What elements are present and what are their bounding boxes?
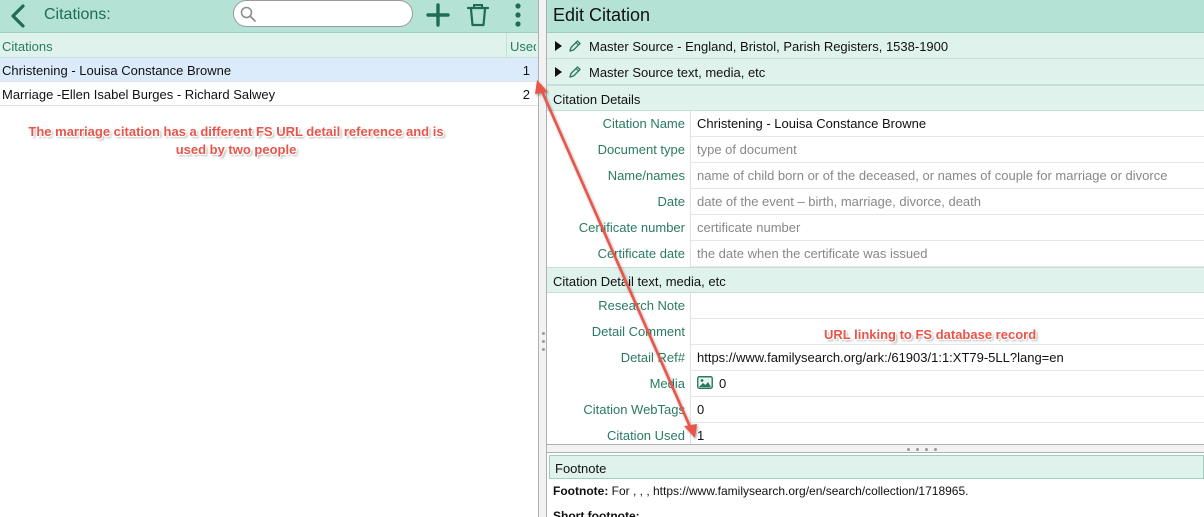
citations-title: Citations: [44, 6, 111, 23]
field-label: Name/names [607, 168, 685, 183]
field-placeholder: date of the event – birth, marriage, div… [697, 194, 982, 209]
media-count: 0 [719, 376, 727, 391]
master-source-label: Master Source - England, Bristol, Parish… [589, 39, 949, 54]
field-research-note: Research Note [547, 293, 1204, 319]
add-icon[interactable] [425, 2, 451, 28]
field-value: Christening - Louisa Constance Browne [697, 116, 927, 131]
detail-ref-input[interactable]: https://www.familysearch.org/ark:/61903/… [690, 345, 1204, 371]
handle-dot [934, 448, 937, 451]
handle-dot [907, 448, 910, 451]
field-placeholder: certificate number [697, 220, 801, 235]
pencil-icon[interactable] [568, 65, 582, 79]
field-label: Citation Used [606, 428, 685, 443]
search-field[interactable] [233, 0, 413, 27]
field-label: Certificate date [597, 246, 685, 261]
field-citation-name: Citation Name Christening - Louisa Const… [547, 111, 1204, 137]
field-webtags: Citation WebTags 0 [547, 397, 1204, 423]
field-certificate-number: Certificate number certificate number [547, 215, 1204, 241]
search-icon [240, 6, 256, 22]
disclosure-triangle-icon[interactable] [555, 67, 562, 77]
field-names: Name/names name of child born or of the … [547, 163, 1204, 189]
trash-icon[interactable] [465, 2, 491, 28]
field-label: Research Note [598, 298, 685, 313]
vertical-split-handle[interactable] [538, 0, 547, 517]
field-label: Detail Comment [591, 324, 685, 339]
field-value: https://www.familysearch.org/ark:/61903/… [697, 350, 1064, 365]
handle-dot [542, 332, 545, 335]
research-note-input[interactable] [690, 293, 1204, 319]
section-title: Citation Details [553, 92, 641, 107]
handle-dot [542, 348, 545, 351]
citation-name-input[interactable]: Christening - Louisa Constance Browne [690, 111, 1204, 137]
url-annotation: URL linking to FS database record [824, 327, 1037, 342]
certificate-number-input[interactable]: certificate number [690, 215, 1204, 241]
search-input[interactable] [256, 4, 406, 23]
marriage-annotation: The marriage citation has a different FS… [28, 124, 444, 157]
webtags-value[interactable]: 0 [690, 397, 1204, 423]
field-value: 1 [697, 428, 705, 443]
field-label: Citation Name [602, 116, 685, 131]
names-input[interactable]: name of child born or of the deceased, o… [690, 163, 1204, 189]
column-used[interactable]: Used [510, 39, 536, 54]
handle-dot [916, 448, 919, 451]
row-used-count: 1 [522, 63, 530, 78]
edit-citation-title: Edit Citation [553, 5, 651, 25]
certificate-date-input[interactable]: the date when the certificate was issued [690, 241, 1204, 267]
field-date: Date date of the event – birth, marriage… [547, 189, 1204, 215]
media-image-icon[interactable] [697, 376, 713, 389]
horizontal-split-handle[interactable] [547, 444, 1204, 453]
citation-used-value: 1 [690, 423, 1204, 444]
table-row[interactable]: Christening - Louisa Constance Browne 1 [0, 58, 538, 82]
column-citations[interactable]: Citations [2, 39, 53, 54]
document-type-input[interactable]: type of document [690, 137, 1204, 163]
edit-citation-toolbar: Edit Citation [547, 0, 1204, 33]
citations-list-pane: Citations: Citations Used Christen [0, 0, 538, 517]
footnote-label: Footnote: [553, 484, 609, 498]
row-used-count: 2 [522, 87, 530, 102]
media-value[interactable]: 0 [690, 371, 1204, 397]
field-certificate-date: Certificate date the date when the certi… [547, 241, 1204, 267]
edit-citation-pane: Edit Citation Master Source - England, B… [547, 0, 1204, 517]
short-footnote-label: Short footnote: [553, 509, 640, 517]
field-detail-ref: Detail Ref# https://www.familysearch.org… [547, 345, 1204, 371]
handle-dot [542, 340, 545, 343]
master-source-text-row[interactable]: Master Source text, media, etc [547, 59, 1204, 85]
more-vertical-icon[interactable] [505, 2, 531, 28]
table-row[interactable]: Marriage -Ellen Isabel Burges - Richard … [0, 82, 538, 106]
back-chevron-icon[interactable] [8, 4, 30, 28]
field-media: Media 0 [547, 371, 1204, 397]
master-source-text-label: Master Source text, media, etc [589, 65, 766, 80]
date-input[interactable]: date of the event – birth, marriage, div… [690, 189, 1204, 215]
citation-details-section: Citation Details [547, 85, 1204, 111]
footnote-value: For , , , https://www.familysearch.org/e… [608, 484, 969, 498]
citations-column-header: Citations Used [0, 33, 538, 58]
handle-dot [925, 448, 928, 451]
field-label: Media [649, 376, 685, 391]
footnote-text: Footnote: For , , , https://www.familyse… [553, 484, 968, 498]
field-citation-used: Citation Used 1 [547, 423, 1204, 444]
pencil-icon[interactable] [568, 39, 582, 53]
footnote-header: Footnote [549, 455, 1204, 479]
field-label: Document type [597, 142, 685, 157]
column-separator[interactable] [506, 33, 507, 58]
section-title: Citation Detail text, media, etc [553, 274, 726, 289]
field-label: Date [657, 194, 685, 209]
row-citation-name: Christening - Louisa Constance Browne [2, 63, 232, 78]
footnote-header-title: Footnote [555, 461, 607, 476]
field-label: Certificate number [578, 220, 685, 235]
field-label: Detail Ref# [620, 350, 685, 365]
field-label: Citation WebTags [583, 402, 685, 417]
row-citation-name: Marriage -Ellen Isabel Burges - Richard … [2, 87, 276, 102]
disclosure-triangle-icon[interactable] [555, 41, 562, 51]
master-source-row[interactable]: Master Source - England, Bristol, Parish… [547, 33, 1204, 59]
citations-toolbar: Citations: [0, 0, 538, 33]
citation-detail-section: Citation Detail text, media, etc [547, 267, 1204, 293]
field-placeholder: name of child born or of the deceased, o… [697, 168, 1168, 183]
field-placeholder: the date when the certificate was issued [697, 246, 928, 261]
field-placeholder: type of document [697, 142, 797, 157]
field-document-type: Document type type of document [547, 137, 1204, 163]
field-value: 0 [697, 402, 705, 417]
